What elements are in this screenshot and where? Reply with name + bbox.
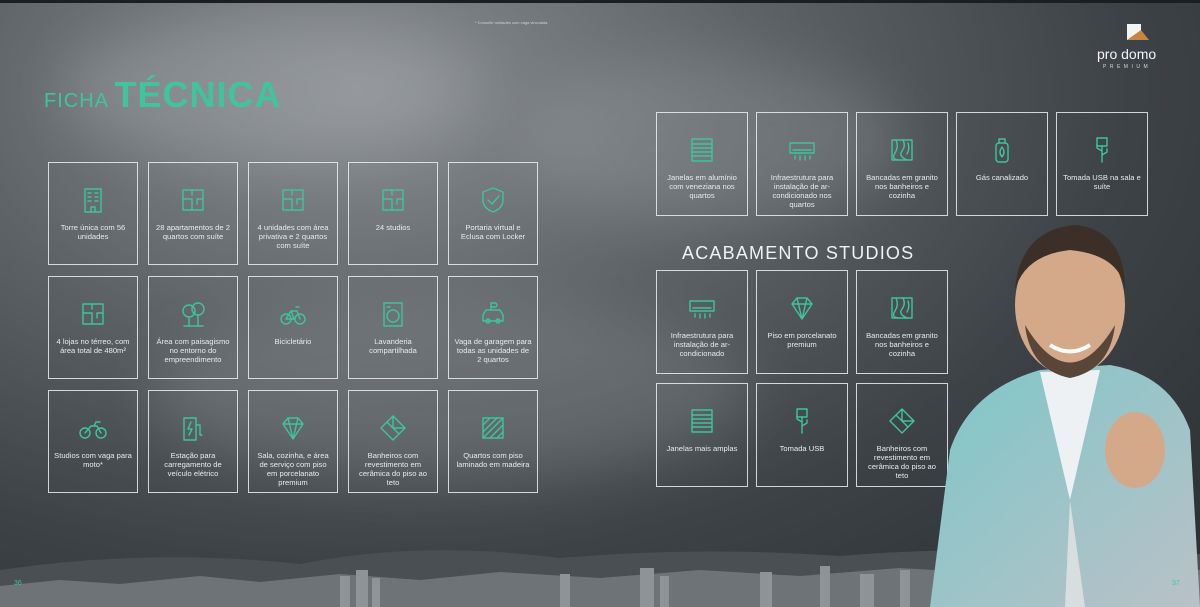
feature-card: 4 lojas no térreo, com área total de 480…: [48, 276, 138, 379]
air-conditioner-icon: [789, 142, 815, 161]
wood-floor-icon: [482, 417, 504, 439]
floorplan-icon: [82, 303, 104, 325]
feature-label: Tomada USB: [779, 444, 825, 453]
feature-label: Quartos com piso laminado em madeira: [456, 451, 530, 469]
feature-label: 4 lojas no térreo, com área total de 480…: [56, 337, 130, 355]
feature-label: Banheiros com revestimento em cerâmica d…: [359, 451, 427, 487]
tile-icon: [889, 408, 915, 434]
footnote: * Consulte unidades com vaga vinculada.: [475, 20, 549, 25]
feature-card: Sala, cozinha, e área de serviço com pis…: [248, 390, 338, 493]
page-title: FICHA TÉCNICA: [44, 74, 281, 116]
feature-card: Studios com vaga para moto*: [48, 390, 138, 493]
feature-label: Sala, cozinha, e área de serviço com pis…: [257, 451, 329, 487]
feature-card: 28 apartamentos de 2 quartos com suíte: [148, 162, 238, 265]
feature-label: Vaga de garagem para todas as unidades d…: [454, 337, 532, 364]
ev-charger-icon: [183, 417, 203, 441]
air-conditioner-icon: [689, 300, 715, 319]
feature-card: Torre única com 56 unidades: [48, 162, 138, 265]
section-title: ACABAMENTO STUDIOS: [682, 243, 915, 263]
feature-card: 24 studios: [348, 162, 438, 265]
feature-card: Estação para carregamento de veículo elé…: [148, 390, 238, 493]
page-number-left: 36: [14, 580, 22, 587]
granite-icon: [891, 139, 913, 161]
feature-card: Bicicletário: [248, 276, 338, 379]
feature-label: Infraestrutura para instalação de ar-con…: [670, 331, 734, 358]
title-part1: FICHA: [44, 90, 109, 112]
motorcycle-icon: [79, 421, 107, 439]
shield-check-icon: [482, 187, 504, 213]
feature-label: Piso em porcelanato premium: [767, 331, 837, 349]
feature-card: 4 unidades com área privativa e 2 quarto…: [248, 162, 338, 265]
brochure-spread: * Consulte unidades com vaga vinculada. …: [0, 0, 1200, 607]
feature-card: Portaria virtual e Eclusa com Locker: [448, 162, 538, 265]
logo-mark-icon: [1127, 24, 1149, 40]
feature-label: Bancadas em granito nos banheiros e cozi…: [866, 173, 938, 200]
usb-icon: [1096, 137, 1108, 163]
feature-label: Bicicletário: [274, 337, 312, 346]
feature-card: Área com paisagismo no entorno do empree…: [148, 276, 238, 379]
floorplan-icon: [382, 189, 404, 211]
laundry-icon: [383, 302, 403, 327]
gas-icon: [995, 138, 1009, 163]
logo-name: pro domo: [1097, 46, 1157, 62]
feature-label: Área com paisagismo no entorno do empree…: [156, 337, 230, 364]
feature-label: Infraestrutura para instalação de ar-con…: [770, 173, 834, 209]
feature-label: 24 studios: [375, 223, 411, 232]
feature-label: Janelas em alumínio com veneziana nos qu…: [667, 173, 737, 200]
diamond-icon: [791, 297, 813, 320]
title-part2: TÉCNICA: [114, 74, 282, 115]
feature-label: Tomada USB na sala e suíte: [1063, 173, 1141, 191]
car-parking-icon: [482, 302, 504, 324]
feature-label: Portaria virtual e Eclusa com Locker: [460, 223, 526, 241]
feature-label: Studios com vaga para moto*: [54, 451, 132, 469]
pro-domo-logo: pro domo PREMIUM: [1097, 22, 1187, 74]
feature-card: Quartos com piso laminado em madeira: [448, 390, 538, 493]
granite-icon: [891, 297, 913, 319]
feature-card: Janelas em alumínio com veneziana nos qu…: [656, 112, 748, 216]
feature-label: Lavanderia compartilhada: [369, 337, 417, 355]
building-icon: [84, 188, 102, 213]
spokesman-photo: [930, 225, 1200, 607]
feature-card: Tomada USB: [756, 383, 848, 487]
top-border: [0, 0, 1200, 3]
feature-card: Banheiros com revestimento em cerâmica d…: [348, 390, 438, 493]
feature-card: Janelas mais amplas: [656, 383, 748, 487]
feature-card: Lavanderia compartilhada: [348, 276, 438, 379]
feature-card: Piso em porcelanato premium: [756, 270, 848, 374]
logo-tagline: PREMIUM: [1103, 64, 1152, 70]
bicycle-icon: [280, 306, 306, 325]
window-blind-icon: [691, 138, 713, 162]
feature-label: 4 unidades com área privativa e 2 quarto…: [257, 223, 329, 250]
tree-icon: [182, 302, 205, 327]
window-blind-icon: [691, 409, 713, 433]
feature-label: Gás canalizado: [975, 173, 1029, 182]
feature-label: Janelas mais amplas: [666, 444, 738, 453]
feature-card: Vaga de garagem para todas as unidades d…: [448, 276, 538, 379]
feature-label: Estação para carregamento de veículo elé…: [164, 451, 222, 478]
feature-card: Infraestrutura para instalação de ar-con…: [656, 270, 748, 374]
usb-icon: [796, 408, 808, 434]
diamond-icon: [282, 417, 304, 440]
floorplan-icon: [282, 189, 304, 211]
feature-label: 28 apartamentos de 2 quartos com suíte: [156, 223, 230, 241]
tile-icon: [380, 415, 406, 441]
page-number-right: 37: [1172, 580, 1180, 587]
feature-card: Infraestrutura para instalação de ar-con…: [756, 112, 848, 216]
floorplan-icon: [182, 189, 204, 211]
feature-label: Torre única com 56 unidades: [60, 223, 126, 241]
